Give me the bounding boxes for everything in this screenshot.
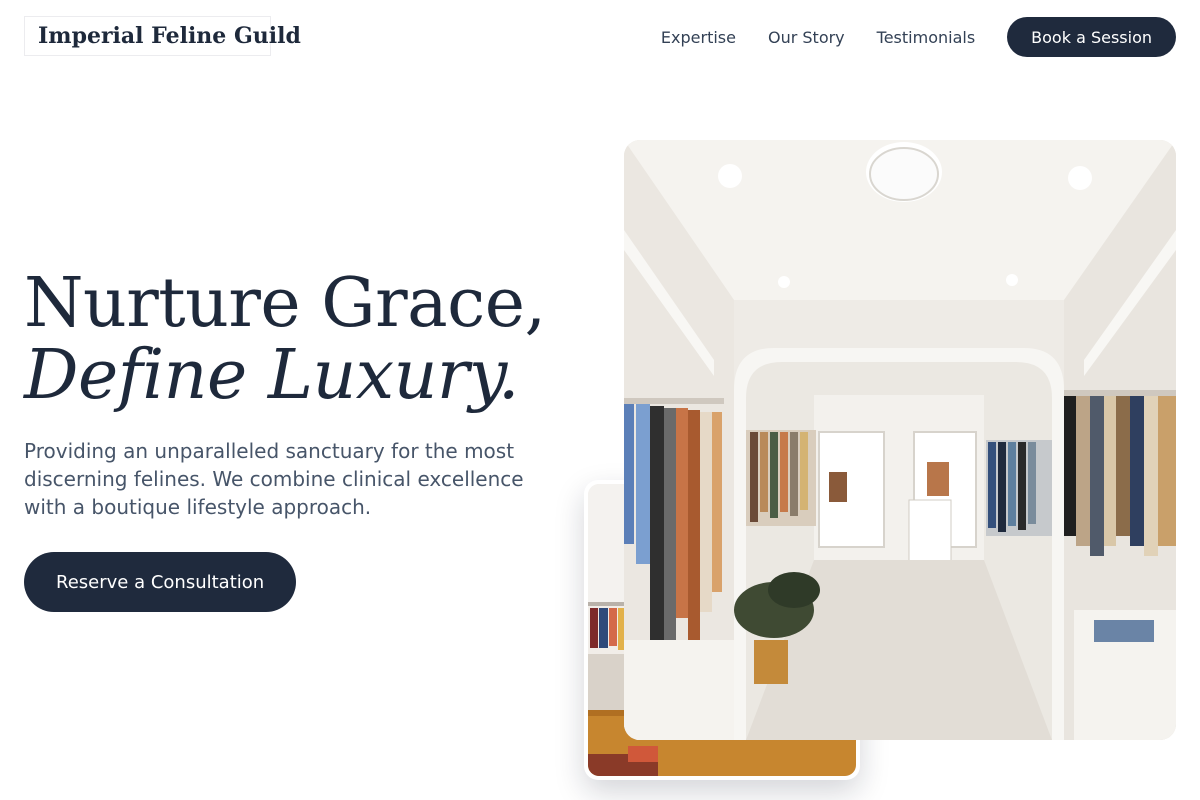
reserve-consultation-button[interactable]: Reserve a Consultation <box>24 552 297 612</box>
brand-logo[interactable]: Imperial Feline Guild <box>24 16 301 56</box>
hero-title-line-1: Nurture Grace, <box>24 264 546 343</box>
nav-link-our-story[interactable]: Our Story <box>768 28 845 47</box>
nav-link-testimonials[interactable]: Testimonials <box>877 28 976 47</box>
hero-subtitle: Providing an unparalleled sanctuary for … <box>24 439 524 519</box>
hero-title-line-2: Define Luxury. <box>24 336 519 415</box>
nav-link-expertise[interactable]: Expertise <box>661 28 736 47</box>
main-nav: Expertise Our Story Testimonials Book a … <box>661 17 1176 57</box>
book-session-button[interactable]: Book a Session <box>1007 17 1176 57</box>
main-boutique-image <box>624 140 1176 740</box>
